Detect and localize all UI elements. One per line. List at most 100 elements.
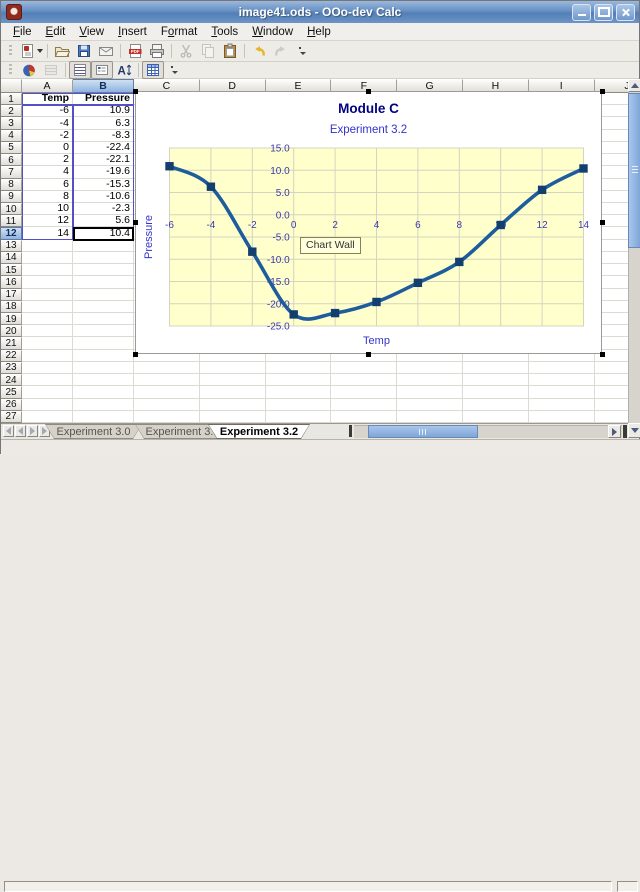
cell-B13[interactable] xyxy=(73,240,134,252)
cell-F26[interactable] xyxy=(331,399,397,411)
cell-F25[interactable] xyxy=(331,386,397,398)
selection-handle[interactable] xyxy=(133,220,138,225)
horizontal-grid-button[interactable] xyxy=(69,61,91,79)
cell-I27[interactable] xyxy=(529,411,595,423)
toolbar-grip[interactable] xyxy=(9,45,12,57)
cell-C27[interactable] xyxy=(134,411,200,423)
tab-scrollbar-splitter[interactable] xyxy=(349,425,352,437)
row-header-21[interactable]: 21 xyxy=(1,337,22,349)
cell-B9[interactable]: -10.6 xyxy=(73,191,134,203)
cell-H25[interactable] xyxy=(463,386,529,398)
cell-B24[interactable] xyxy=(73,374,134,386)
cell-J24[interactable] xyxy=(595,374,628,386)
cell-B4[interactable]: -8.3 xyxy=(73,130,134,142)
row-header-13[interactable]: 13 xyxy=(1,240,22,252)
scale-text-button[interactable]: A xyxy=(113,61,135,79)
cell-A24[interactable] xyxy=(22,374,73,386)
row-header-6[interactable]: 6 xyxy=(1,154,22,166)
row-header-12[interactable]: 12 xyxy=(1,227,22,239)
row-header-27[interactable]: 27 xyxy=(1,411,22,423)
cell-E23[interactable] xyxy=(266,362,332,374)
cell-B6[interactable]: -22.1 xyxy=(73,154,134,166)
cell-B10[interactable]: -2.3 xyxy=(73,203,134,215)
cell-E24[interactable] xyxy=(266,374,332,386)
selection-handle[interactable] xyxy=(366,89,371,94)
cell-A10[interactable]: 10 xyxy=(22,203,73,215)
cell-A1[interactable]: Temp xyxy=(22,93,73,105)
cell-I23[interactable] xyxy=(529,362,595,374)
cell-D25[interactable] xyxy=(200,386,266,398)
cell-A14[interactable] xyxy=(22,252,73,264)
cell-A25[interactable] xyxy=(22,386,73,398)
cell-A4[interactable]: -2 xyxy=(22,130,73,142)
selection-handle[interactable] xyxy=(133,89,138,94)
cell-E25[interactable] xyxy=(266,386,332,398)
title-bar[interactable]: image41.ods - OOo-dev Calc xyxy=(1,1,639,23)
cell-H26[interactable] xyxy=(463,399,529,411)
cell-A22[interactable] xyxy=(22,350,73,362)
vertical-scrollbar-thumb[interactable] xyxy=(628,93,640,248)
row-header-1[interactable]: 1 xyxy=(1,93,22,105)
cell-B25[interactable] xyxy=(73,386,134,398)
previous-sheet-button[interactable] xyxy=(15,425,26,437)
cell-B19[interactable] xyxy=(73,313,134,325)
cell-B23[interactable] xyxy=(73,362,134,374)
chart-type-button[interactable] xyxy=(18,61,40,79)
cell-G23[interactable] xyxy=(397,362,463,374)
cell-J23[interactable] xyxy=(595,362,628,374)
cell-A17[interactable] xyxy=(22,289,73,301)
cell-I25[interactable] xyxy=(529,386,595,398)
column-header-B[interactable]: B xyxy=(73,79,134,93)
cell-A16[interactable] xyxy=(22,276,73,288)
selection-handle[interactable] xyxy=(366,352,371,357)
cell-A21[interactable] xyxy=(22,337,73,349)
row-header-25[interactable]: 25 xyxy=(1,386,22,398)
sheet-tab-experiment-3-0[interactable]: Experiment 3.0 xyxy=(45,424,142,439)
cell-A8[interactable]: 6 xyxy=(22,179,73,191)
row-header-18[interactable]: 18 xyxy=(1,301,22,313)
vertical-scroll-down-button[interactable] xyxy=(628,423,640,438)
row-header-16[interactable]: 16 xyxy=(1,276,22,288)
save-button[interactable] xyxy=(73,41,95,61)
cell-C26[interactable] xyxy=(134,399,200,411)
cell-D27[interactable] xyxy=(200,411,266,423)
cell-D24[interactable] xyxy=(200,374,266,386)
cell-B20[interactable] xyxy=(73,325,134,337)
cell-I24[interactable] xyxy=(529,374,595,386)
cell-A2[interactable]: -6 xyxy=(22,105,73,117)
cell-B18[interactable] xyxy=(73,301,134,313)
row-header-17[interactable]: 17 xyxy=(1,289,22,301)
row-header-3[interactable]: 3 xyxy=(1,117,22,129)
cell-I26[interactable] xyxy=(529,399,595,411)
toolbar-options-button[interactable] xyxy=(292,41,314,61)
cell-G25[interactable] xyxy=(397,386,463,398)
cell-G26[interactable] xyxy=(397,399,463,411)
row-header-2[interactable]: 2 xyxy=(1,105,22,117)
selection-handle[interactable] xyxy=(133,352,138,357)
selection-handle[interactable] xyxy=(600,220,605,225)
cell-A12[interactable]: 14 xyxy=(22,227,73,239)
cell-A3[interactable]: -4 xyxy=(22,117,73,129)
cell-A6[interactable]: 2 xyxy=(22,154,73,166)
menu-format[interactable]: Format xyxy=(154,25,204,39)
data-table-button[interactable] xyxy=(142,61,164,79)
toolbar-grip[interactable] xyxy=(9,64,12,76)
undo-button[interactable] xyxy=(248,41,270,61)
cell-B16[interactable] xyxy=(73,276,134,288)
row-header-23[interactable]: 23 xyxy=(1,362,22,374)
cell-G27[interactable] xyxy=(397,411,463,423)
cell-D23[interactable] xyxy=(200,362,266,374)
first-sheet-button[interactable] xyxy=(3,425,14,437)
row-header-26[interactable]: 26 xyxy=(1,399,22,411)
cell-A11[interactable]: 12 xyxy=(22,215,73,227)
row-header-8[interactable]: 8 xyxy=(1,179,22,191)
cell-H23[interactable] xyxy=(463,362,529,374)
cell-F27[interactable] xyxy=(331,411,397,423)
cell-G24[interactable] xyxy=(397,374,463,386)
cell-F24[interactable] xyxy=(331,374,397,386)
row-header-11[interactable]: 11 xyxy=(1,215,22,227)
cell-B8[interactable]: -15.3 xyxy=(73,179,134,191)
cell-B3[interactable]: 6.3 xyxy=(73,117,134,129)
cell-B5[interactable]: -22.4 xyxy=(73,142,134,154)
row-header-19[interactable]: 19 xyxy=(1,313,22,325)
